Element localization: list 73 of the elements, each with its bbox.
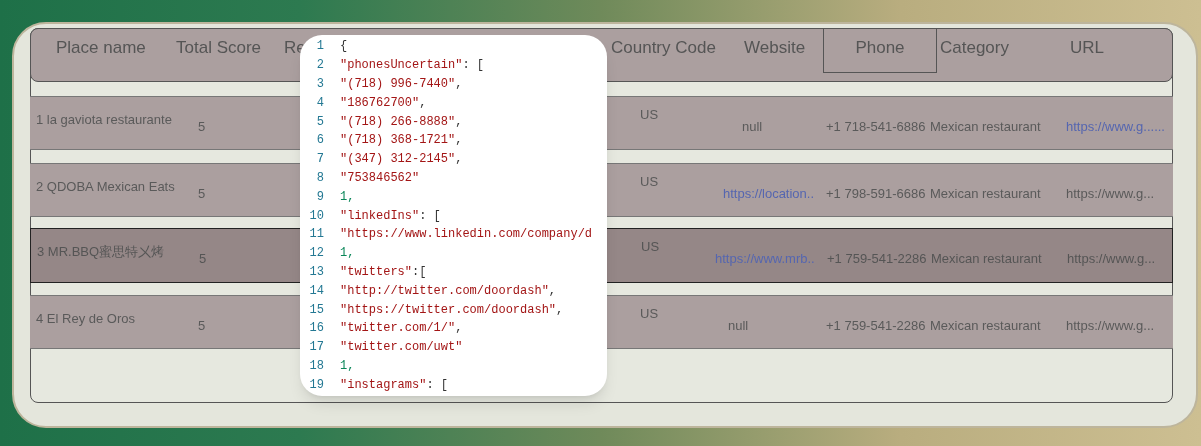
code-line: "(347) 312-2145", xyxy=(340,151,463,169)
column-header[interactable]: Phone xyxy=(823,28,937,73)
column-header[interactable]: Country Code xyxy=(610,28,717,73)
code-line: "https://www.linkedin.com/company/d xyxy=(340,226,593,244)
line-number: 15 xyxy=(308,301,324,319)
code-line: "twitters":[ xyxy=(340,263,427,281)
phone-cell-text: +1 798-591-6686 xyxy=(826,185,926,203)
line-number: 11 xyxy=(308,226,324,244)
line-number: 9 xyxy=(315,188,324,206)
code-line: "(718) 996-7440", xyxy=(340,76,463,93)
code-line: "186762700", xyxy=(340,94,427,112)
total-score: 5 xyxy=(198,317,206,335)
total-score: 5 xyxy=(199,250,207,268)
code-line: 1, xyxy=(340,357,355,375)
category-cell-text: Mexican restaurant xyxy=(930,317,1041,335)
line-number: 5 xyxy=(315,113,324,131)
code-line: "753846562" xyxy=(340,169,420,187)
line-number: 8 xyxy=(315,169,324,187)
code-line: "https://twitter.com/doordash", xyxy=(340,301,564,319)
line-number: 2 xyxy=(315,57,324,75)
line-number: 10 xyxy=(308,207,324,225)
category-cell-text: Mexican restaurant xyxy=(930,118,1041,136)
place-name: 1 la gaviota restaurante xyxy=(36,111,172,129)
line-number: 18 xyxy=(308,357,324,375)
line-number: 17 xyxy=(308,339,324,357)
line-number: 3 xyxy=(315,76,324,93)
code-line: "(718) 368-1721", xyxy=(340,132,463,150)
website-link[interactable]: https://location.. xyxy=(723,184,815,204)
code-line: "http://twitter.com/doordash", xyxy=(340,282,557,300)
phone-cell-text: +1 718-541-6886 xyxy=(826,118,926,136)
total-score: 5 xyxy=(198,185,206,203)
line-number: 7 xyxy=(315,151,324,169)
phone-cell-text: +1 759-541-2286 xyxy=(826,317,926,335)
column-header[interactable]: URL xyxy=(1069,28,1105,73)
website-link[interactable]: https://www.mrb.. xyxy=(715,249,815,269)
url-cell-text: https://www.g... xyxy=(1067,250,1156,268)
line-number: 4 xyxy=(315,94,324,112)
code-line: "twitter.com/uwt" xyxy=(340,339,463,357)
country-code: US xyxy=(640,305,659,323)
line-number: 16 xyxy=(308,320,324,338)
url-link[interactable]: https://www.g...... xyxy=(1066,117,1165,137)
column-header[interactable]: Website xyxy=(743,28,807,73)
code-line: { xyxy=(340,38,348,56)
column-header[interactable]: Total Score xyxy=(175,28,263,73)
country-code: US xyxy=(641,238,660,256)
line-number: 12 xyxy=(308,245,324,263)
place-name: 3 MR.BBQ蜜思特㐅烤 xyxy=(37,243,165,261)
line-number: 1 xyxy=(315,38,324,56)
website-cell-text: null xyxy=(742,118,763,136)
line-number: 14 xyxy=(308,282,324,300)
url-cell-text: https://www.g... xyxy=(1066,185,1155,203)
website-cell-text: null xyxy=(728,317,749,335)
code-line: "(718) 266-8888", xyxy=(340,113,463,131)
place-name: 4 El Rey de Oros xyxy=(36,310,135,328)
country-code: US xyxy=(640,173,659,191)
code-line: "linkedIns": [ xyxy=(340,207,441,225)
total-score: 5 xyxy=(198,118,206,136)
phone-cell-text: +1 759-541-2286 xyxy=(827,250,927,268)
column-header[interactable]: Place name xyxy=(55,28,147,73)
place-name: 2 QDOBA Mexican Eats xyxy=(36,178,175,196)
url-cell-text: https://www.g... xyxy=(1066,317,1155,335)
code-line: "instagrams": [ xyxy=(340,376,449,394)
country-code: US xyxy=(640,106,659,124)
category-cell-text: Mexican restaurant xyxy=(930,185,1041,203)
code-line: "twitter.com/1/", xyxy=(340,320,463,338)
line-number: 13 xyxy=(308,263,324,281)
code-line: 1, xyxy=(340,245,355,263)
column-header[interactable]: Category xyxy=(939,28,1010,73)
code-line: "phonesUncertain": [ xyxy=(340,57,485,75)
category-cell-text: Mexican restaurant xyxy=(931,250,1042,268)
code-line: 1, xyxy=(340,188,355,206)
line-number: 6 xyxy=(315,132,324,150)
line-number: 19 xyxy=(308,376,324,394)
